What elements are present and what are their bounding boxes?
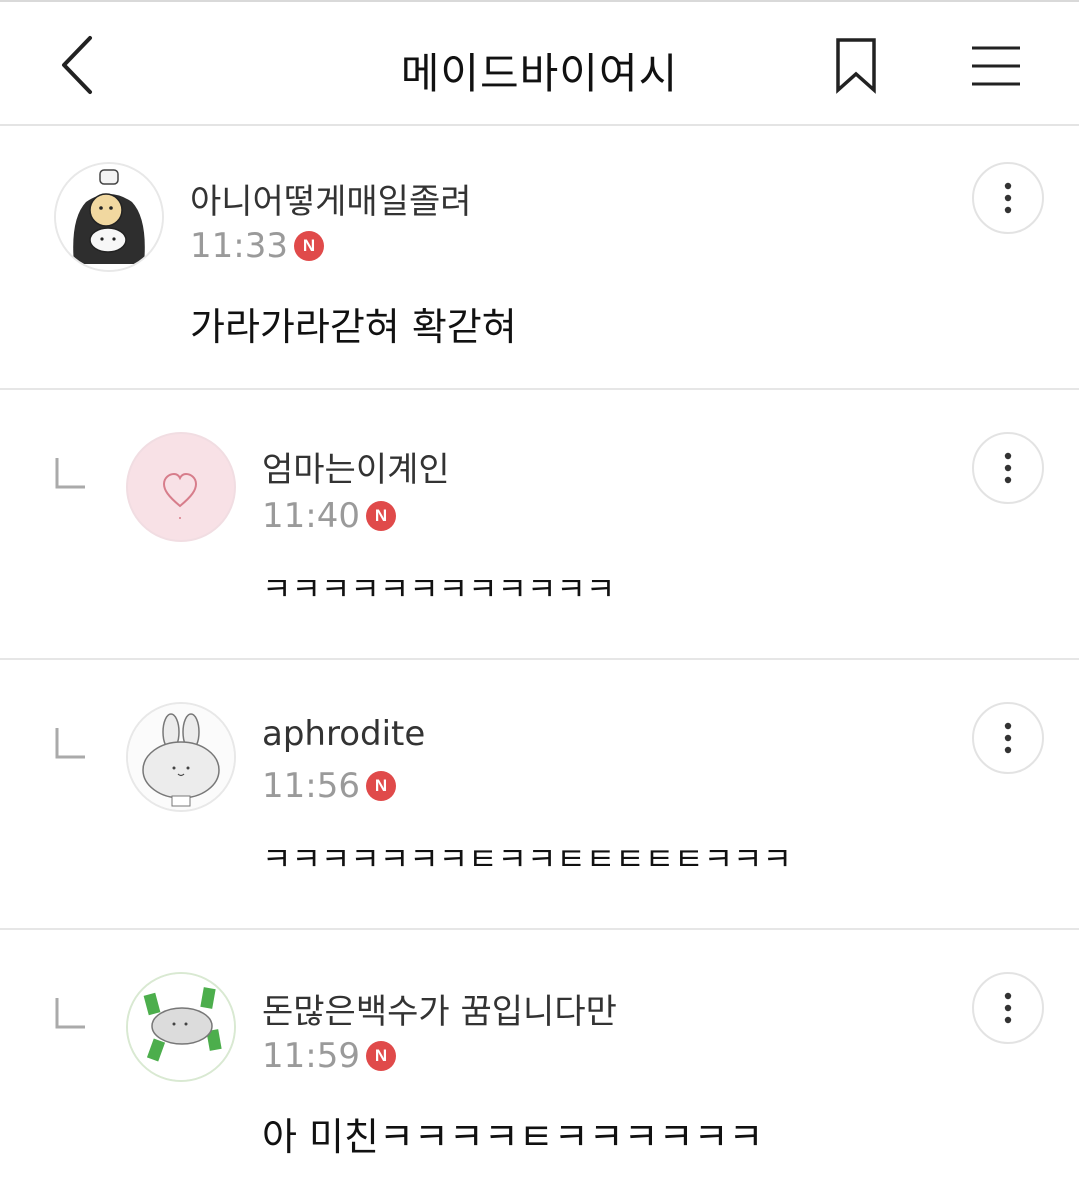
avatar-image xyxy=(56,164,162,270)
top-bar: 메이드바이여시 xyxy=(0,0,1079,126)
reply-arrow-icon xyxy=(54,996,86,1030)
more-vertical-icon xyxy=(1004,992,1012,1024)
reply-arrow-icon xyxy=(54,456,86,490)
comment-text: 아 미친ㅋㅋㅋㅋㅌㅋㅋㅋㅋㅋㅋ xyxy=(262,1115,764,1159)
comment-item: 돈많은백수가 꿈입니다만 11:59 N 아 미친ㅋㅋㅋㅋㅌㅋㅋㅋㅋㅋㅋ xyxy=(0,930,1079,1185)
new-badge: N xyxy=(365,501,396,531)
comment-text: ㅋㅋㅋㅋㅋㅋㅋㅋㅋㅋㅋㅋ xyxy=(262,570,616,608)
avatar[interactable] xyxy=(126,432,236,542)
comment-time: 11:33 xyxy=(190,226,288,266)
comment-time: 11:40 xyxy=(262,496,360,536)
comment-text: ㅋㅋㅋㅋㅋㅋㅋㅌㅋㅋㅌㅌㅌㅌㅌㅋㅋㅋ xyxy=(262,840,792,878)
comment-meta: 11:59 N xyxy=(262,1036,396,1076)
more-options-button[interactable] xyxy=(972,702,1044,774)
menu-button[interactable] xyxy=(968,42,1024,90)
new-badge: N xyxy=(365,771,396,801)
more-vertical-icon xyxy=(1004,182,1012,214)
comment-author[interactable]: 돈많은백수가 꿈입니다만 xyxy=(262,984,617,1033)
comment-meta: 11:40 N xyxy=(262,496,396,536)
more-options-button[interactable] xyxy=(972,432,1044,504)
more-options-button[interactable] xyxy=(972,972,1044,1044)
comment-meta: 11:56 N xyxy=(262,766,396,806)
avatar[interactable] xyxy=(126,702,236,812)
more-vertical-icon xyxy=(1004,722,1012,754)
more-options-button[interactable] xyxy=(972,162,1044,234)
page-title: 메이드바이여시 xyxy=(400,49,679,98)
comment-author[interactable]: 엄마는이계인 xyxy=(262,442,450,491)
money-avatar-image xyxy=(128,974,234,1080)
more-vertical-icon xyxy=(1004,452,1012,484)
comment-meta: 11:33 N xyxy=(190,226,324,266)
comment-time: 11:59 xyxy=(262,1036,360,1076)
comment-author[interactable]: 아니어떻게매일졸려 xyxy=(190,174,472,223)
comment-author[interactable]: aphrodite xyxy=(262,714,425,754)
heart-icon xyxy=(162,472,198,519)
comment-time: 11:56 xyxy=(262,766,360,806)
comment-item: aphrodite 11:56 N ㅋㅋㅋㅋㅋㅋㅋㅌㅋㅋㅌㅌㅌㅌㅌㅋㅋㅋ xyxy=(0,660,1079,930)
new-badge: N xyxy=(365,1041,396,1071)
comment-text: 가라가라갇혀 확갇혀 xyxy=(190,305,517,349)
avatar[interactable] xyxy=(126,972,236,1082)
comment-item: 엄마는이계인 11:40 N ㅋㅋㅋㅋㅋㅋㅋㅋㅋㅋㅋㅋ xyxy=(0,390,1079,660)
bookmark-icon xyxy=(836,38,876,94)
avatar[interactable] xyxy=(54,162,164,272)
bookmark-button[interactable] xyxy=(830,36,882,96)
rabbit-avatar-image xyxy=(128,704,234,810)
reply-arrow-icon xyxy=(54,726,86,760)
hamburger-menu-icon xyxy=(972,46,1020,86)
new-badge: N xyxy=(293,231,324,261)
comment-item: 아니어떻게매일졸려 11:33 N 가라가라갇혀 확갇혀 xyxy=(0,126,1079,390)
